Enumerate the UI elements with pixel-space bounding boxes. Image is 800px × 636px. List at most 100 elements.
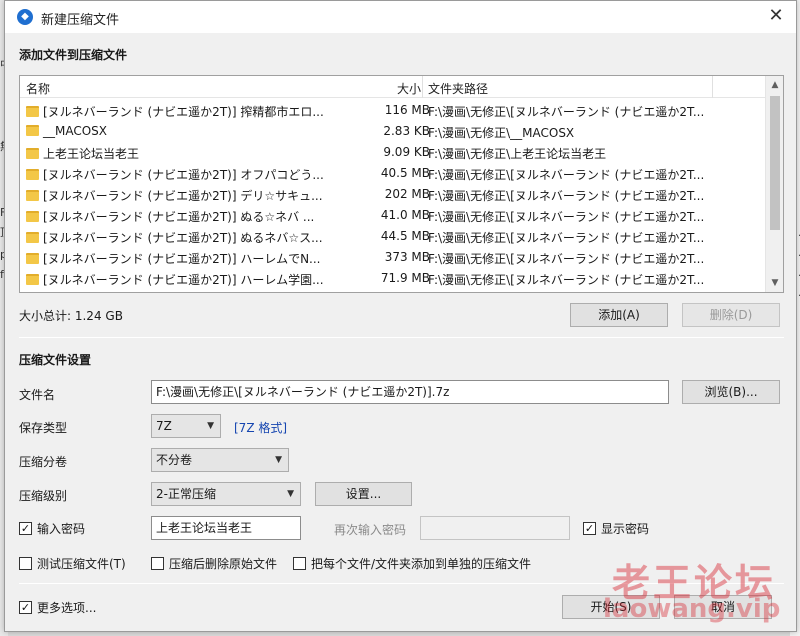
file-row[interactable]: [ヌルネバーランド (ナビエ遥か2T)] ハーレムでN... 373 MB F:… [20,247,765,268]
test-archive-checkbox[interactable]: 测试压缩文件(T) [19,555,126,572]
file-name: [ヌルネバーランド (ナビエ遥か2T)] デリ☆サキュ... [43,189,323,203]
file-name: [ヌルネバーランド (ナビエ遥か2T)] ハーレム学園... [43,273,324,287]
save-type-select[interactable]: 7Z ▼ [151,414,221,438]
column-separator [712,76,713,98]
new-archive-dialog: ◆ 新建压缩文件 ✕ 添加文件到压缩文件 名称 大小 文件夹路径 [ヌルネバーラ… [4,0,797,632]
password-checkbox-label: 输入密码 [37,522,86,536]
file-name: [ヌルネバーランド (ナビエ遥か2T)] 搾精都市エロ... [43,105,324,119]
folder-icon [26,169,39,180]
file-path: F:\漫画\无修正\[ヌルネバーランド (ナビエ遥か2T... [428,105,705,119]
checkbox-box: ✓ [19,601,32,614]
column-name[interactable]: 名称 [26,80,50,97]
add-button[interactable]: 添加(A) [570,303,668,327]
file-row[interactable]: [ヌルネバーランド (ナビエ遥か2T)] 搾精都市エロ... 116 MB F:… [20,100,765,121]
more-options-checkbox[interactable]: ✓ 更多选项... [19,599,96,616]
folder-icon [26,274,39,285]
level-value: 2-正常压缩 [156,487,216,501]
delete-button[interactable]: 删除(D) [682,303,780,327]
checkbox-box: ✓ [583,522,596,535]
file-size: 40.5 MB [380,166,430,180]
file-list-header: 名称 大小 文件夹路径 [20,76,765,98]
folder-icon [26,125,39,136]
file-row[interactable]: __MACOSX 2.83 KB F:\漫画\无修正\__MACOSX [20,121,765,142]
each-separate-checkbox[interactable]: 把每个文件/文件夹添加到单独的压缩文件 [293,555,531,572]
dialog-title: 新建压缩文件 [41,13,120,28]
filename-field[interactable]: F:\漫画\无修正\[ヌルネバーランド (ナビエ遥か2T)].7z [151,380,669,404]
file-name: [ヌルネバーランド (ナビエ遥か2T)] ハーレムでN... [43,252,321,266]
file-path: F:\漫画\无修正\[ヌルネバーランド (ナビエ遥か2T... [428,168,705,182]
file-list-scrollbar[interactable]: ▲ ▼ [765,76,783,292]
folder-icon [26,190,39,201]
delete-after-checkbox[interactable]: 压缩后删除原始文件 [151,555,277,572]
file-name: 上老王论坛当老王 [43,147,140,161]
close-icon: ✕ [768,5,784,26]
more-options-label: 更多选项... [37,601,97,615]
file-path: F:\漫画\无修正\[ヌルネバーランド (ナビエ遥か2T... [428,189,705,203]
total-size: 大小总计: 1.24 GB [19,309,123,323]
reenter-password-label: 再次输入密码 [334,523,407,537]
file-name: [ヌルネバーランド (ナビエ遥か2T)] ぬるネバ☆ス... [43,231,323,245]
password-field[interactable]: 上老王论坛当老王 [151,516,301,540]
filename-label: 文件名 [19,388,56,402]
column-size[interactable]: 大小 [397,80,421,97]
chevron-down-icon: ▼ [207,421,214,431]
save-type-value: 7Z [156,419,172,433]
level-label: 压缩级别 [19,489,68,503]
app-icon: ◆ [17,9,33,25]
file-row[interactable]: [ヌルネバーランド (ナビエ遥か2T)] デリ☆サキュ... 202 MB F:… [20,184,765,205]
level-select[interactable]: 2-正常压缩 ▼ [151,482,301,506]
files-section-title: 添加文件到压缩文件 [19,48,128,62]
volume-select[interactable]: 不分卷 ▼ [151,448,289,472]
folder-icon [26,148,39,159]
scroll-thumb[interactable] [770,96,780,230]
save-type-label: 保存类型 [19,421,68,435]
section-divider [19,337,784,338]
file-path: F:\漫画\无修正\__MACOSX [428,126,575,140]
file-row[interactable]: [ヌルネバーランド (ナビエ遥か2T)] ぬるネバ☆ス... 44.5 MB F… [20,226,765,247]
file-path: F:\漫画\无修正\[ヌルネバーランド (ナビエ遥か2T... [428,231,705,245]
format-link[interactable]: [7Z 格式] [234,419,287,436]
watermark-url: laowang.vip [603,594,781,624]
file-row[interactable]: 上老王论坛当老王 9.09 KB F:\漫画\无修正\上老王论坛当老王 [20,142,765,163]
scroll-down-icon[interactable]: ▼ [766,274,783,292]
file-row[interactable]: [ヌルネバーランド (ナビエ遥か2T)] オフパコどう... 40.5 MB F… [20,163,765,184]
file-list-body: [ヌルネバーランド (ナビエ遥か2T)] 搾精都市エロ... 116 MB F:… [20,100,765,289]
close-button[interactable]: ✕ [762,3,790,29]
checkbox-box [151,557,164,570]
file-path: F:\漫画\无修正\上老王论坛当老王 [428,147,607,161]
file-size: 202 MB [384,187,430,201]
file-size: 9.09 KB [383,145,430,159]
volume-label: 压缩分卷 [19,455,68,469]
folder-icon [26,253,39,264]
file-name: [ヌルネバーランド (ナビエ遥か2T)] オフパコどう... [43,168,324,182]
folder-icon [26,106,39,117]
test-archive-label: 测试压缩文件(T) [37,557,126,571]
checkbox-box [293,557,306,570]
scroll-up-icon[interactable]: ▲ [766,76,783,94]
each-separate-label: 把每个文件/文件夹添加到单独的压缩文件 [311,557,532,571]
reenter-password-field[interactable] [420,516,570,540]
column-path[interactable]: 文件夹路径 [428,80,488,97]
file-row[interactable]: [ヌルネバーランド (ナビエ遥か2T)] ぬる☆ネバ ... 41.0 MB F… [20,205,765,226]
chevron-down-icon: ▼ [287,489,294,499]
chevron-down-icon: ▼ [275,455,282,465]
volume-value: 不分卷 [156,453,193,467]
file-size: 41.0 MB [380,208,430,222]
file-size: 373 MB [384,250,430,264]
folder-icon [26,211,39,222]
file-name: [ヌルネバーランド (ナビエ遥か2T)] ぬる☆ネバ ... [43,210,315,224]
file-size: 44.5 MB [380,229,430,243]
show-password-checkbox[interactable]: ✓ 显示密码 [583,520,649,537]
settings-button[interactable]: 设置... [315,482,412,506]
file-size: 71.9 MB [380,271,430,285]
show-password-label: 显示密码 [601,522,650,536]
file-size: 116 MB [384,103,430,117]
title-bar: ◆ 新建压缩文件 ✕ [5,1,796,33]
delete-after-label: 压缩后删除原始文件 [169,557,278,571]
settings-section-title: 压缩文件设置 [19,353,92,367]
browse-button[interactable]: 浏览(B)... [682,380,780,404]
file-row[interactable]: [ヌルネバーランド (ナビエ遥か2T)] ハーレム学園... 71.9 MB F… [20,268,765,289]
password-checkbox[interactable]: ✓ 输入密码 [19,520,85,537]
file-list[interactable]: 名称 大小 文件夹路径 [ヌルネバーランド (ナビエ遥か2T)] 搾精都市エロ.… [19,75,784,293]
checkbox-box: ✓ [19,522,32,535]
